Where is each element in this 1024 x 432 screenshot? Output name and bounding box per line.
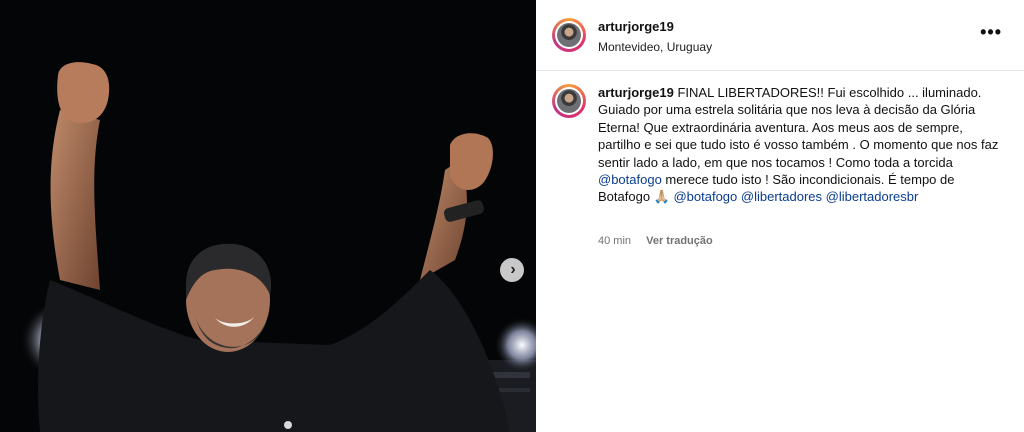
timestamp: 40 min bbox=[598, 235, 632, 247]
next-photo-button[interactable]: › bbox=[500, 258, 524, 282]
instagram-post: › arturjorge19 Montevideo, Uruguay ••• a… bbox=[0, 0, 1024, 432]
chevron-right-icon: › bbox=[510, 261, 516, 278]
more-horizontal-icon[interactable]: ••• bbox=[980, 22, 1002, 43]
post-caption: arturjorge19 FINAL LIBERTADORES!! Fui es… bbox=[598, 84, 1008, 206]
post-header: arturjorge19 Montevideo, Uruguay ••• bbox=[536, 0, 1024, 71]
pray-emoji: 🙏🏼 bbox=[653, 189, 670, 205]
mention-botafogo-2[interactable]: @botafogo bbox=[673, 189, 737, 204]
location-link[interactable]: Montevideo, Uruguay bbox=[598, 40, 712, 54]
post-photo[interactable]: › bbox=[0, 0, 536, 432]
post-meta: 40 min Ver tradução bbox=[598, 235, 713, 247]
post-details-panel: arturjorge19 Montevideo, Uruguay ••• art… bbox=[536, 0, 1024, 432]
celebration-photo bbox=[0, 0, 536, 432]
mention-botafogo[interactable]: @botafogo bbox=[598, 172, 662, 187]
username-link[interactable]: arturjorge19 bbox=[598, 19, 674, 34]
mention-libertadores[interactable]: @libertadores bbox=[741, 189, 822, 204]
avatar[interactable] bbox=[552, 18, 586, 52]
see-translation-button[interactable]: Ver tradução bbox=[646, 235, 713, 247]
caption-avatar[interactable] bbox=[552, 84, 586, 118]
mention-libertadoresbr[interactable]: @libertadoresbr bbox=[826, 189, 919, 204]
caption-username-link[interactable]: arturjorge19 bbox=[598, 85, 674, 100]
